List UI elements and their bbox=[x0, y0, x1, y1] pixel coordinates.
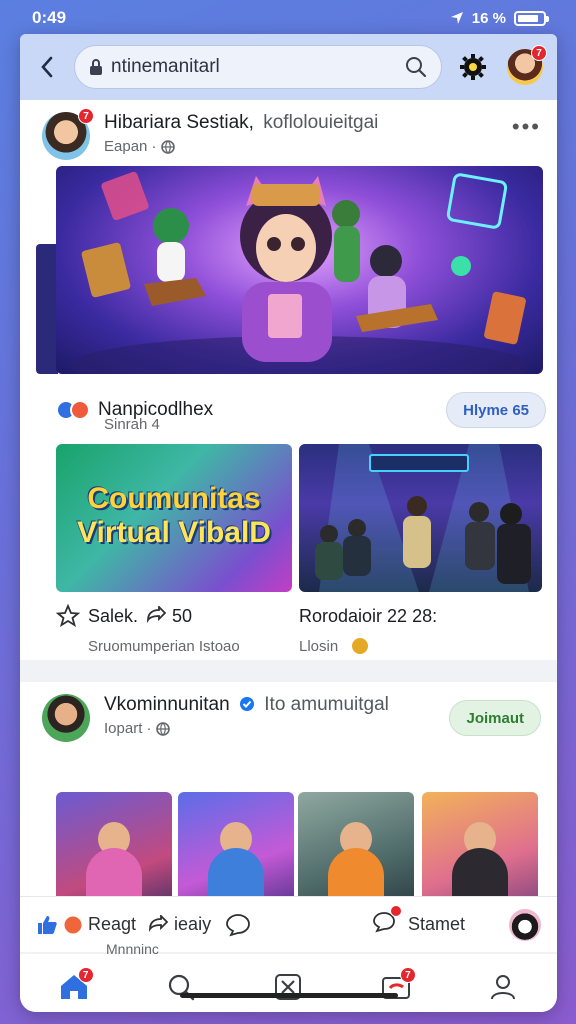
post-time-2: Iopart · bbox=[104, 720, 449, 737]
coin-icon bbox=[352, 638, 368, 654]
home-indicator bbox=[180, 993, 398, 998]
globe-icon bbox=[160, 139, 175, 154]
thumbnail-title: Coumunitas Virtual VibalD bbox=[56, 482, 292, 550]
join-button[interactable]: Joimaut bbox=[449, 700, 541, 736]
right-caption-sub: Llosin bbox=[299, 638, 339, 655]
share-icon bbox=[149, 914, 169, 932]
post-time-text: Eapan · bbox=[104, 138, 157, 155]
commenter-avatar[interactable] bbox=[509, 908, 541, 941]
settings-gear-icon[interactable] bbox=[459, 53, 487, 81]
left-caption-title: Salek. bbox=[88, 606, 139, 626]
top-bar: ntinemanitarl 7 bbox=[20, 34, 557, 100]
comment-button[interactable]: Stamet bbox=[372, 905, 465, 938]
video-badge: 7 bbox=[399, 967, 416, 983]
love-reaction-icon bbox=[70, 400, 90, 420]
lock-icon bbox=[90, 59, 102, 75]
share-label: ieaiy bbox=[174, 914, 212, 934]
hero-illustration bbox=[69, 171, 529, 374]
media-thumbnail-community[interactable]: Coumunitas Virtual VibalD bbox=[56, 444, 292, 592]
user-icon bbox=[491, 975, 516, 1000]
clock: 0:49 bbox=[32, 8, 67, 27]
profile-avatar[interactable]: 7 bbox=[507, 45, 547, 85]
app-window: ntinemanitarl 7 7 Hibariara Sestiak, kof… bbox=[20, 34, 557, 1012]
group-subtitle: Sinrah 4 bbox=[104, 416, 160, 433]
react-label: Reagt bbox=[88, 914, 137, 934]
nav-search[interactable] bbox=[161, 967, 201, 1007]
hero-image[interactable] bbox=[56, 166, 543, 374]
home-badge: 7 bbox=[77, 967, 94, 983]
share-count-icon bbox=[147, 606, 166, 623]
nav-profile[interactable] bbox=[483, 967, 523, 1007]
bottom-navigation: 7 7 bbox=[20, 954, 557, 1012]
left-caption-count: 50 bbox=[172, 606, 193, 626]
verified-icon bbox=[239, 697, 254, 711]
status-bar: 0:49 16 % bbox=[0, 0, 576, 36]
comment-label: Stamet bbox=[407, 914, 465, 934]
star-icon[interactable] bbox=[56, 604, 80, 628]
left-caption-sub: Sruomumperian Istoao bbox=[88, 638, 240, 655]
battery-icon bbox=[514, 10, 549, 26]
nav-home[interactable]: 7 bbox=[54, 967, 94, 1007]
back-button[interactable] bbox=[34, 52, 60, 82]
love-reaction-small-icon bbox=[64, 916, 82, 933]
like-icon bbox=[38, 915, 57, 934]
comment-icon-wrap bbox=[372, 905, 402, 938]
globe-icon bbox=[155, 721, 170, 736]
chat-bubble-icon[interactable] bbox=[225, 913, 251, 937]
react-button[interactable]: Reagt bbox=[36, 914, 136, 936]
search-field[interactable]: ntinemanitarl bbox=[74, 45, 442, 89]
post-meta: Hibariara Sestiak, koflolouieitgai Eapan… bbox=[104, 112, 512, 155]
post-time: Eapan · bbox=[104, 138, 512, 155]
author-line: Hibariara Sestiak, koflolouieitgai bbox=[104, 112, 512, 134]
right-caption-title: Rorodaioir 22 28: bbox=[299, 606, 438, 626]
author-name[interactable]: Hibariara Sestiak, bbox=[104, 112, 254, 133]
nav-marketplace[interactable] bbox=[268, 967, 308, 1007]
chevron-left-icon bbox=[41, 56, 53, 78]
search-text: ntinemanitarl bbox=[111, 56, 220, 77]
post-action-bar: Reagt Mnnninc ieaiy Stamet bbox=[20, 896, 557, 957]
battery-percent: 16 % bbox=[471, 9, 506, 27]
more-options-icon[interactable]: ••• bbox=[512, 114, 541, 140]
thumbnail-title-line2: Virtual VibalD bbox=[77, 516, 271, 549]
nav-video[interactable]: 7 bbox=[376, 967, 416, 1007]
author-subtitle-2: Ito amumuitgal bbox=[264, 694, 389, 715]
status-icons: 16 % bbox=[450, 9, 549, 27]
author-avatar-2[interactable] bbox=[42, 694, 90, 742]
group-row: Nanpicodlhex Sinrah 4 Hlyme 65 bbox=[56, 386, 546, 434]
author-subtitle: koflolouieitgai bbox=[263, 112, 379, 133]
post-time-text-2: Iopart · bbox=[104, 720, 152, 737]
post-meta-2: Vkominnunitan Ito amumuitgal Iopart · bbox=[104, 694, 449, 737]
post-card: 7 Hibariara Sestiak, koflolouieitgai Eap… bbox=[20, 100, 557, 660]
group-action-button[interactable]: Hlyme 65 bbox=[446, 392, 546, 428]
top-actions: 7 bbox=[459, 45, 547, 85]
notification-badge: 7 bbox=[531, 45, 547, 61]
author-avatar[interactable]: 7 bbox=[42, 108, 94, 160]
stage-sign bbox=[369, 454, 469, 472]
author-badge: 7 bbox=[78, 108, 94, 124]
group-icons bbox=[56, 400, 90, 420]
author-name-2[interactable]: Vkominnunitan bbox=[104, 694, 230, 715]
author-line-2: Vkominnunitan Ito amumuitgal bbox=[104, 694, 449, 716]
search-icon[interactable] bbox=[405, 56, 427, 78]
location-arrow-icon bbox=[450, 12, 463, 24]
thumbnail-title-line1: Coumunitas bbox=[87, 482, 261, 515]
media-thumbnail-stage[interactable] bbox=[299, 444, 542, 592]
hero-side-panel bbox=[36, 244, 58, 374]
share-button[interactable]: ieaiy bbox=[146, 914, 211, 935]
comment-badge bbox=[389, 905, 402, 917]
post-header: 7 Hibariara Sestiak, koflolouieitgai Eap… bbox=[20, 100, 557, 160]
post-header-2: Vkominnunitan Ito amumuitgal Iopart · Jo… bbox=[20, 682, 557, 742]
